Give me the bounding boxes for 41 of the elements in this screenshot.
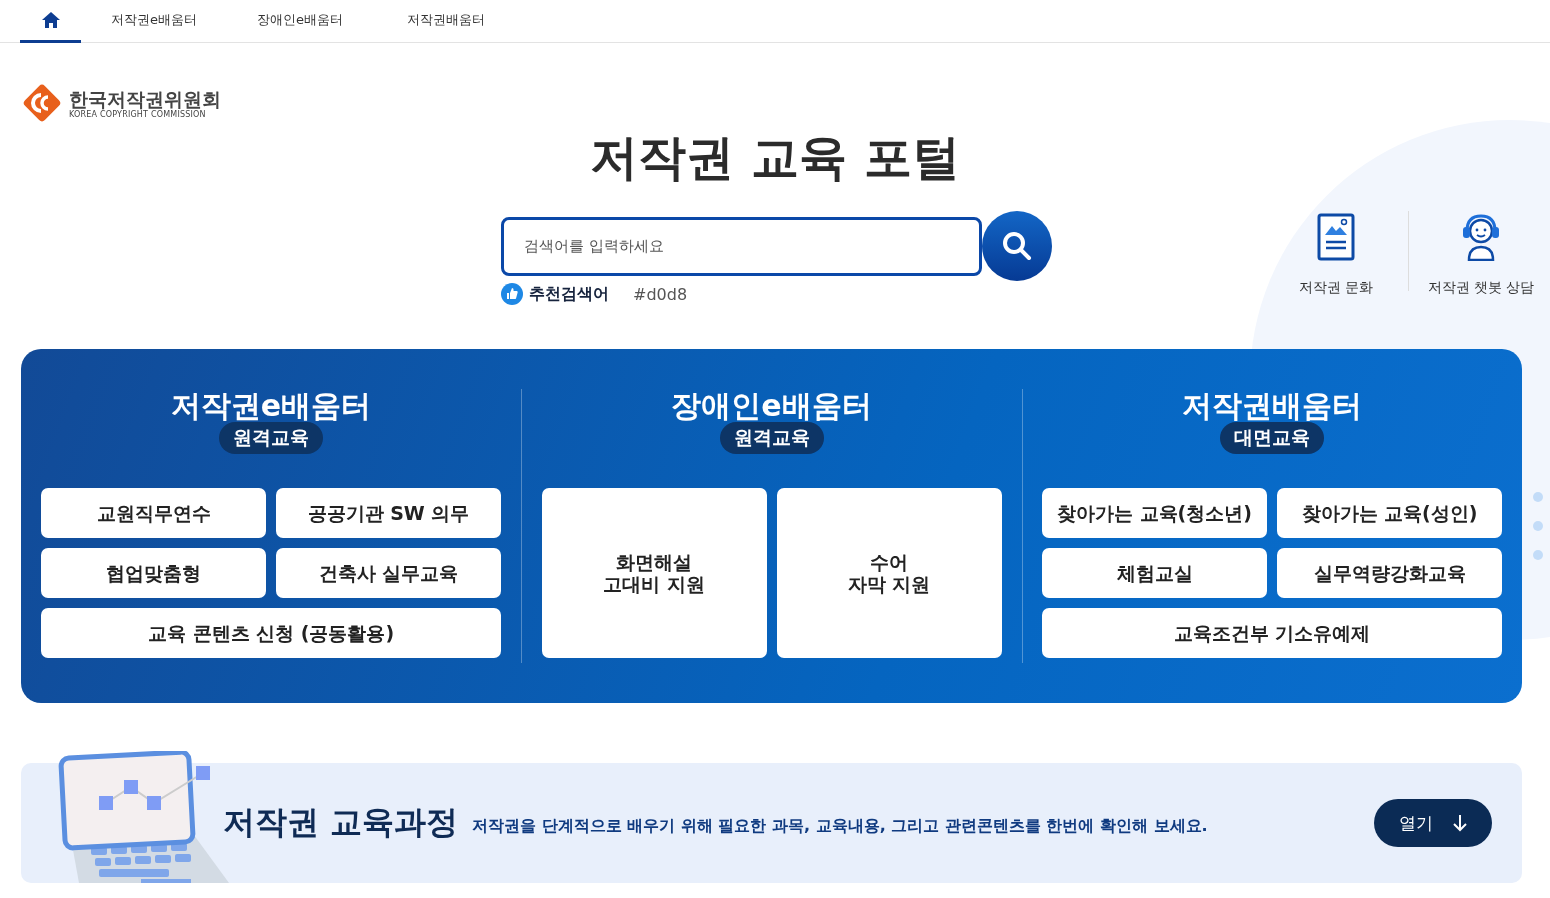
education-button[interactable]: 실무역량강화교육 (1277, 548, 1502, 598)
section-badge: 대면교육 (1220, 422, 1324, 454)
headset-person-icon (1460, 213, 1502, 261)
education-button[interactable]: 교육 콘텐츠 신청 (공동활용) (41, 608, 501, 658)
thumbs-up-icon (501, 283, 523, 305)
education-button[interactable]: 화면해설 고대비 지원 (541, 488, 767, 658)
logo-subtitle: KOREA COPYRIGHT COMMISSION (69, 109, 206, 119)
section-title: 저작권e배움터 (170, 389, 372, 423)
open-button[interactable]: 열기 (1374, 799, 1492, 847)
education-button[interactable]: 찾아가는 교육(성인) (1277, 488, 1502, 538)
section-title: 저작권배움터 (1182, 389, 1362, 423)
down-arrow-icon (1453, 814, 1467, 832)
section-badge: 원격교육 (719, 422, 824, 454)
course-title: 저작권 교육과정 (223, 802, 459, 843)
document-icon (1316, 213, 1356, 261)
recommended-label: 추천검색어 (529, 283, 609, 305)
section-title: 장애인e배움터 (671, 389, 872, 423)
quick-link[interactable]: 저작권 문화 (1276, 211, 1396, 297)
education-button[interactable]: 체험교실 (1042, 548, 1267, 598)
education-button[interactable]: 건축사 실무교육 (276, 548, 501, 598)
section-badge: 원격교육 (219, 422, 323, 454)
search-field[interactable]: 검색어를 입력하세요 (501, 216, 982, 276)
pagination-dot[interactable] (1533, 550, 1543, 560)
nav-tab[interactable]: 저작권e배움터 (81, 0, 227, 43)
search-icon (1001, 230, 1033, 262)
course-description: 저작권을 단계적으로 배우기 위해 필요한 과목, 교육내용, 그리고 관련콘텐츠를 한번에 확인해 보세요. (472, 815, 1208, 837)
quick-link[interactable]: 저작권 챗봇 상담 (1421, 211, 1541, 297)
education-button[interactable]: 공공기관 SW 의무 (276, 488, 501, 538)
portal-title: 저작권 교육 포털 (589, 128, 961, 187)
education-button[interactable]: 협업맞춤형 (41, 548, 266, 598)
education-button[interactable]: 교육조건부 기소유예제 (1042, 608, 1502, 658)
education-button[interactable]: 교원직무연수 (41, 488, 266, 538)
pagination-dot[interactable] (1533, 521, 1543, 531)
nav-tab[interactable]: 장애인e배움터 (227, 0, 373, 43)
home-icon (40, 11, 61, 29)
nav-tab[interactable]: 저작권배움터 (373, 0, 519, 43)
education-button[interactable]: 수어 자막 지원 (776, 488, 1002, 658)
pagination-dot[interactable] (1533, 492, 1543, 502)
education-button[interactable]: 찾아가는 교육(청소년) (1042, 488, 1267, 538)
recommended-keyword[interactable]: #d0d8 (633, 284, 688, 304)
logo-name: 한국저작권위원회 (69, 87, 221, 110)
